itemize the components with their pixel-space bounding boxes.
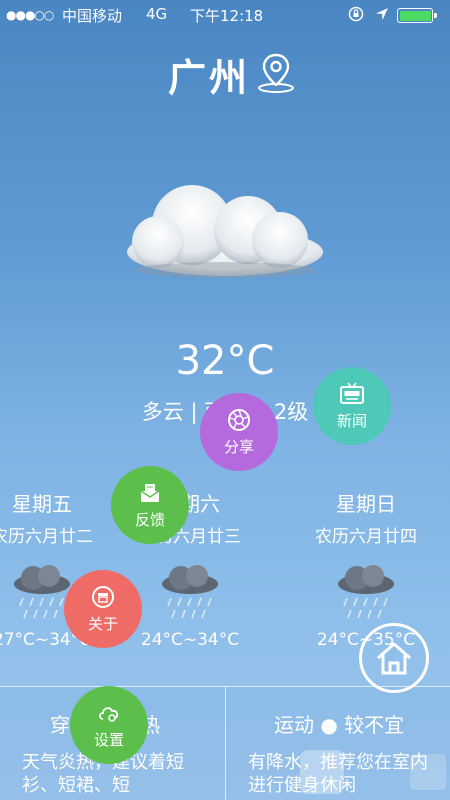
about-button[interactable]: 关于 <box>64 570 142 648</box>
signal-strength: ●●●○○ <box>6 8 54 22</box>
location-arrow-icon <box>376 8 388 20</box>
cloud-settings-icon <box>99 706 119 722</box>
news-button[interactable]: 新闻 <box>313 367 391 445</box>
forecast-day-name: 星期日 <box>336 492 396 516</box>
city-header: 广州 <box>0 47 450 100</box>
status-bar: ●●●○○ 中国移动 4G 下午12:18 <box>0 0 450 30</box>
feedback-button-label: 反馈 <box>134 510 165 529</box>
rain-cloud-icon <box>162 565 218 619</box>
battery-icon <box>397 8 437 23</box>
feedback-button[interactable]: 反馈 <box>111 466 189 544</box>
settings-button[interactable]: 设置 <box>70 686 148 764</box>
about-button-label: 关于 <box>87 614 118 633</box>
cloudy-weather-icon <box>127 185 323 278</box>
current-temperature: 32°C <box>175 338 275 384</box>
network-type: 4G <box>146 5 168 23</box>
sport-index-title: 运动 ● 较不宜 <box>274 713 405 737</box>
status-time: 下午12:18 <box>190 7 264 25</box>
rotation-lock-icon <box>348 6 364 22</box>
panel-divider <box>225 687 226 800</box>
rain-cloud-icon <box>338 565 394 619</box>
location-pin-icon[interactable] <box>254 50 298 94</box>
forecast-day: 星期日 农历六月廿四 24°C~35°C <box>276 488 450 650</box>
feedback-envelope-icon <box>140 483 160 502</box>
home-icon <box>377 642 411 675</box>
news-button-label: 新闻 <box>336 411 367 430</box>
about-info-icon <box>92 585 114 608</box>
share-button-label: 分享 <box>223 437 254 456</box>
share-button[interactable]: 分享 <box>200 393 278 471</box>
camera-aperture-icon <box>228 408 250 431</box>
forecast-lunar-date: 农历六月廿四 <box>315 527 417 547</box>
news-tv-icon <box>340 382 364 404</box>
watermark-logo <box>300 750 446 794</box>
home-button[interactable] <box>359 623 429 693</box>
carrier-name: 中国移动 <box>62 7 123 25</box>
settings-button-label: 设置 <box>93 730 124 749</box>
city-name[interactable]: 广州 <box>168 47 250 102</box>
